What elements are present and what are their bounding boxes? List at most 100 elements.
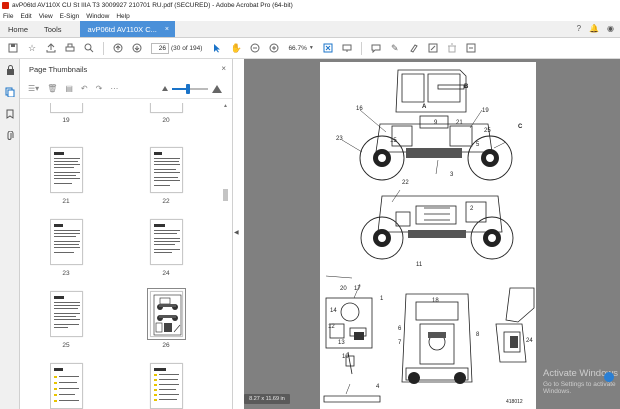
page-thumbnails-panel: Page Thumbnails × ☰▾ 🗑 ▤ ↶ ↷ ⋯ 19 20 21 … (20, 59, 233, 409)
slider-track[interactable] (172, 83, 208, 94)
callout-label: 8 (476, 332, 480, 338)
page-size-indicator: 8.27 x 11.69 in (244, 394, 290, 404)
fit-page-icon[interactable] (323, 43, 333, 53)
zoom-out-icon[interactable] (250, 43, 260, 53)
left-navigation-rail (0, 59, 20, 409)
help-icon[interactable]: ? (577, 24, 581, 33)
menu-esign[interactable]: E-Sign (60, 13, 80, 20)
keyboard-icon[interactable] (342, 43, 352, 53)
insert-pages-icon[interactable]: ▤ (65, 84, 73, 93)
callout-label: A (422, 104, 427, 110)
callout-label: 1 (380, 296, 384, 302)
thumbnail-page-25[interactable] (50, 291, 83, 337)
pen-icon[interactable]: ✎ (390, 43, 400, 53)
account-icon[interactable]: ◉ (607, 24, 614, 33)
zoom-in-icon[interactable] (269, 43, 279, 53)
bookmark-icon[interactable] (0, 103, 20, 125)
menu-view[interactable]: View (39, 13, 53, 20)
thumbnail-page-22[interactable] (150, 147, 183, 193)
panel-scrollbar[interactable]: ▲ (223, 103, 228, 409)
thumbnail-drawing (153, 294, 182, 336)
thumbnail-size-slider[interactable] (162, 83, 232, 94)
more-tools-icon[interactable] (466, 43, 476, 53)
panel-tools: ☰▾ 🗑 ▤ ↶ ↷ ⋯ (20, 79, 232, 99)
thumbnail-page-27[interactable] (50, 363, 83, 409)
callout-label: 23 (336, 136, 343, 142)
tab-bar: Home Tools avP06td AV110X C... × ? 🔔 ◉ (0, 21, 620, 38)
title-bar: avP06td AV110X CU St IIIA T3 3009927 210… (0, 0, 620, 11)
window-title: avP06td AV110X CU St IIIA T3 3009927 210… (12, 2, 293, 9)
attachment-paperclip-icon[interactable] (0, 125, 20, 147)
small-thumbnail-icon (162, 86, 168, 91)
trash-icon[interactable] (447, 43, 457, 53)
scrollbar-thumb[interactable] (223, 189, 228, 201)
select-cursor-icon[interactable] (212, 43, 222, 53)
technical-drawing (323, 69, 535, 403)
thumbnail-label: 21 (62, 198, 70, 205)
tab-document[interactable]: avP06td AV110X C... × (79, 21, 175, 37)
thumbnail-list: 19 20 21 22 23 24 25 26 (50, 103, 222, 409)
callout-label: 24 (526, 338, 533, 344)
thumbnail-label: 23 (62, 270, 70, 277)
comment-icon[interactable] (371, 43, 381, 53)
bookmark-star-icon[interactable]: ☆ (27, 43, 37, 53)
menu-help[interactable]: Help (116, 13, 129, 20)
panel-title: Page Thumbnails (29, 64, 88, 74)
callout-label: 20 (340, 286, 347, 292)
hand-tool-icon[interactable]: ✋ (231, 43, 242, 53)
callout-label: B (464, 84, 469, 90)
thumbnail-page-19[interactable] (50, 103, 83, 113)
acrobat-app-icon (2, 2, 9, 9)
highlight-icon[interactable] (409, 43, 419, 53)
tab-tools[interactable]: Tools (36, 21, 70, 37)
thumbnail-page-23[interactable] (50, 219, 83, 265)
delete-pages-icon[interactable]: 🗑 (47, 84, 57, 93)
zoom-dropdown-chevron-icon[interactable]: ▼ (309, 45, 314, 51)
callout-label: 6 (398, 326, 402, 332)
document-viewer[interactable]: 16 B A 23 22 C 3 15 9 19 21 25 5 2 11 13… (244, 59, 620, 409)
page-number-input[interactable]: 26 (151, 42, 169, 54)
menu-window[interactable]: Window (86, 13, 109, 20)
callout-label: 2 (470, 206, 474, 212)
stamp-icon[interactable] (428, 43, 438, 53)
thumbnail-label: 20 (162, 117, 170, 124)
tab-home[interactable]: Home (0, 21, 36, 37)
lock-icon[interactable] (0, 59, 20, 81)
previous-page-icon[interactable] (113, 43, 123, 53)
thumbnail-page-24[interactable] (150, 219, 183, 265)
callout-label: 4 (376, 384, 380, 390)
menu-file[interactable]: File (3, 13, 13, 20)
scroll-up-arrow-icon[interactable]: ▲ (223, 103, 228, 109)
tab-document-label: avP06td AV110X C... (87, 24, 157, 34)
rotate-left-icon[interactable]: ↶ (81, 84, 88, 93)
page-thumbnails-icon[interactable] (0, 81, 20, 103)
thumbnail-label: 22 (162, 198, 170, 205)
more-options-icon[interactable]: ⋯ (110, 84, 118, 93)
save-icon[interactable] (8, 43, 18, 53)
callout-label: 12 (328, 324, 335, 330)
upload-icon[interactable] (46, 43, 56, 53)
callout-label: 9 (434, 120, 438, 126)
next-page-icon[interactable] (132, 43, 142, 53)
search-icon[interactable] (84, 43, 94, 53)
thumbnail-page-28[interactable] (150, 363, 183, 409)
callout-label: 3 (450, 172, 454, 178)
collapse-panel-arrow-icon[interactable]: ◀ (234, 229, 239, 236)
zoom-level[interactable]: 66.7% (288, 45, 306, 52)
thumbnail-label: 26 (162, 342, 170, 349)
thumbnail-page-20[interactable] (150, 103, 183, 113)
callout-label: 11 (416, 262, 423, 268)
print-icon[interactable] (65, 43, 75, 53)
callout-label: C (518, 124, 523, 130)
slider-thumb[interactable] (186, 83, 191, 94)
notification-bell-icon[interactable]: 🔔 (589, 24, 599, 33)
close-icon[interactable]: × (165, 26, 169, 33)
menu-edit[interactable]: Edit (20, 13, 31, 20)
thumbnail-page-21[interactable] (50, 147, 83, 193)
rotate-right-icon[interactable]: ↷ (96, 84, 103, 93)
callout-label: 17 (354, 286, 361, 292)
floating-assistant-icon[interactable] (604, 372, 614, 382)
thumbnail-page-26[interactable] (147, 288, 186, 340)
close-icon[interactable]: × (221, 64, 226, 73)
options-menu-icon[interactable]: ☰▾ (28, 84, 39, 93)
